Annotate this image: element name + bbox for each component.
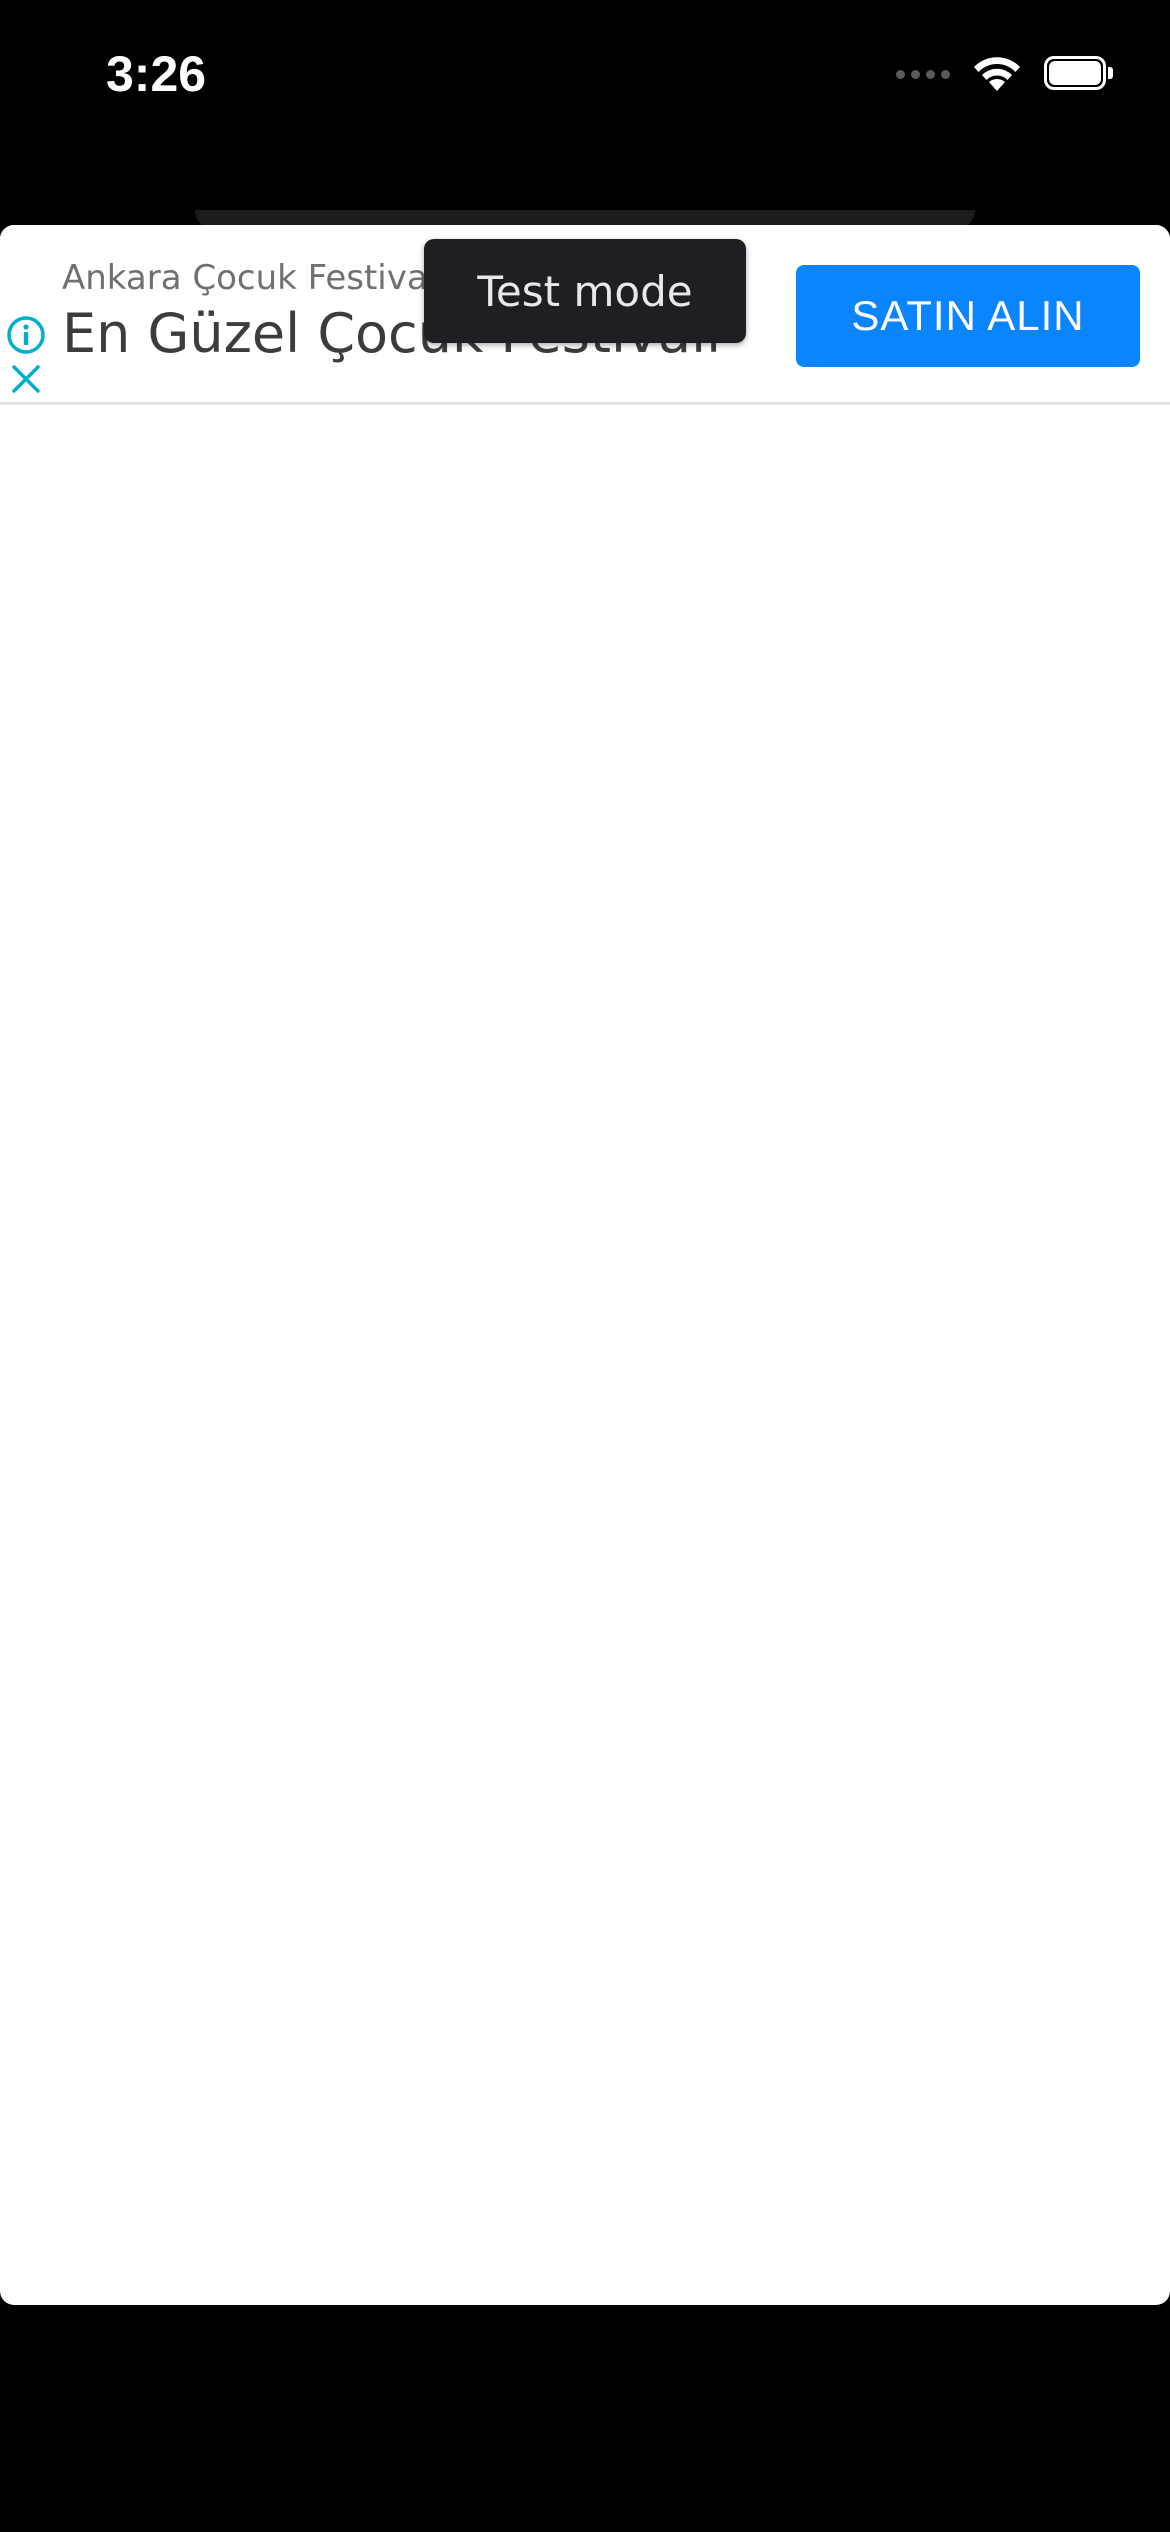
ad-info-icon[interactable] [6, 315, 46, 355]
screen: 3:26 Ankara Çocuk Festivali En Güzel Çoc… [0, 0, 1170, 2532]
wifi-icon [974, 57, 1020, 91]
battery-icon [1044, 56, 1114, 92]
test-mode-badge: Test mode [424, 239, 746, 343]
status-time: 3:26 [106, 46, 207, 102]
buy-button[interactable]: SATIN ALIN [796, 265, 1140, 367]
content-sheet: Ankara Çocuk Festivali En Güzel Çocuk Fe… [0, 225, 1170, 2305]
status-bar: 3:26 [0, 0, 1170, 150]
ad-close-icon[interactable] [10, 363, 42, 395]
ad-subtitle: Ankara Çocuk Festivali [62, 258, 447, 298]
status-indicators [896, 52, 1114, 96]
cellular-signal-icon [896, 69, 950, 79]
ad-banner[interactable]: Ankara Çocuk Festivali En Güzel Çocuk Fe… [0, 225, 1170, 405]
